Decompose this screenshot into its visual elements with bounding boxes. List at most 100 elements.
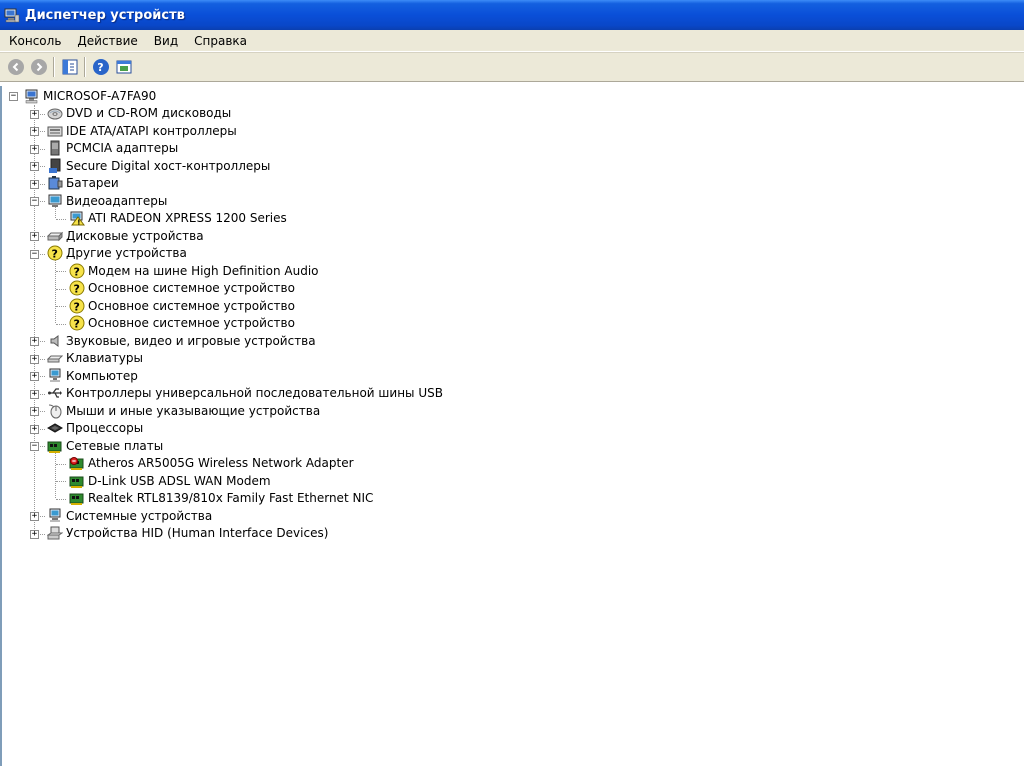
usb-icon: [47, 385, 63, 401]
tree-root[interactable]: MICROSOF-A7FA90: [24, 87, 156, 104]
expand-toggle-icon[interactable]: +: [30, 407, 39, 416]
tree-category[interactable]: Устройства HID (Human Interface Devices): [46, 525, 328, 542]
menu-item-0[interactable]: Консоль: [0, 34, 68, 48]
tree-guide-line: [55, 258, 56, 323]
menu-item-2[interactable]: Вид: [145, 34, 185, 48]
tree-device[interactable]: ? Модем на шине High Definition Audio: [69, 262, 319, 279]
collapse-toggle-icon[interactable]: −: [30, 197, 39, 206]
tree-item-label: D-Link USB ADSL WAN Modem: [88, 473, 271, 488]
window-title: Диспетчер устройств: [25, 7, 185, 23]
device-manager-icon: [4, 8, 20, 23]
tree-item-label: Дисковые устройства: [66, 228, 204, 243]
tree-item-label: Видеоадаптеры: [66, 193, 168, 208]
collapse-toggle-icon[interactable]: −: [9, 92, 18, 101]
expand-toggle-icon[interactable]: +: [30, 354, 39, 364]
tree-device[interactable]: D-Link USB ADSL WAN Modem: [69, 472, 271, 489]
tree-category[interactable]: Контроллеры универсальной последовательн…: [47, 385, 443, 402]
tree-category[interactable]: Компьютер: [47, 367, 138, 384]
expand-toggle-icon[interactable]: +: [30, 179, 39, 189]
expand-toggle-icon[interactable]: +: [30, 424, 39, 434]
tree-item-label: Звуковые, видео и игровые устройства: [66, 333, 316, 348]
tree-device[interactable]: ? Основное системное устройство: [69, 315, 295, 332]
menu-item-1[interactable]: Действие: [68, 34, 144, 48]
properties-icon: [116, 60, 131, 74]
svg-text:?: ?: [74, 265, 80, 278]
tree-category[interactable]: Мыши и иные указывающие устройства: [47, 402, 320, 419]
battery-icon: [47, 175, 63, 191]
tree-item-label: Контроллеры универсальной последовательн…: [66, 386, 443, 400]
expand-toggle-icon[interactable]: +: [30, 337, 39, 346]
svg-text:?: ?: [74, 283, 80, 296]
show-hide-tree-button[interactable]: [58, 56, 81, 78]
menu-item-3[interactable]: Справка: [185, 34, 254, 48]
tree-device[interactable]: ! ATI RADEON XPRESS 1200 Series: [69, 210, 287, 227]
tree-item-label: IDE ATA/ATAPI контроллеры: [66, 123, 237, 138]
tree-guide-line: [56, 218, 66, 220]
tree-item-label: Процессоры: [66, 421, 144, 435]
tree-category[interactable]: Системные устройства: [47, 507, 212, 524]
tree-device[interactable]: ? Основное системное устройство: [69, 280, 295, 297]
disk-drive-icon: [46, 228, 64, 244]
tree-item-label: ATI RADEON XPRESS 1200 Series: [88, 211, 287, 225]
hid-icon: [46, 525, 64, 541]
tree-category[interactable]: Процессоры: [46, 420, 144, 437]
tree-device[interactable]: ? Основное системное устройство: [69, 297, 295, 314]
tree-category[interactable]: Видеоадаптеры: [47, 192, 167, 209]
tree-category[interactable]: Клавиатуры: [46, 350, 143, 367]
tree-item-label: Компьютер: [66, 368, 138, 383]
expand-toggle-icon[interactable]: +: [30, 109, 39, 119]
unknown-device-icon: ?: [69, 263, 85, 279]
expand-toggle-icon[interactable]: +: [30, 389, 39, 399]
tree-guide-line: [56, 323, 66, 325]
expand-toggle-icon[interactable]: +: [30, 232, 39, 241]
help-button[interactable]: ?: [89, 56, 112, 78]
unknown-device-icon: ?: [69, 298, 85, 314]
collapse-toggle-icon[interactable]: −: [30, 442, 39, 451]
expand-toggle-icon[interactable]: +: [30, 372, 39, 381]
collapse-toggle-icon[interactable]: −: [30, 249, 39, 259]
help-icon: ?: [92, 59, 109, 75]
sd-host-icon: [47, 158, 63, 174]
title-bar[interactable]: Диспетчер устройств: [0, 0, 1024, 30]
tree-category[interactable]: DVD и CD-ROM дисководы: [47, 105, 231, 122]
tree-device[interactable]: Atheros AR5005G Wireless Network Adapter: [69, 455, 354, 472]
expand-toggle-icon[interactable]: +: [30, 162, 39, 171]
tree-item-label: Secure Digital хост-контроллеры: [66, 158, 271, 173]
expand-toggle-icon[interactable]: +: [30, 512, 39, 521]
toolbar: ?: [0, 52, 1024, 82]
tree-guide-line: [56, 288, 66, 290]
tree-guide-line: [56, 498, 66, 500]
tree-item-label: Основное системное устройство: [88, 281, 295, 295]
properties-button[interactable]: [112, 56, 135, 78]
svg-text:?: ?: [74, 300, 80, 313]
unknown-device-icon: ?: [69, 315, 85, 331]
tree-device[interactable]: Realtek RTL8139/810x Family Fast Etherne…: [69, 490, 373, 507]
back-icon: [7, 59, 24, 75]
tree-item-label: Основное системное устройство: [88, 298, 295, 313]
speaker-icon: [47, 333, 63, 349]
tree-category[interactable]: Secure Digital хост-контроллеры: [47, 157, 270, 174]
expand-toggle-icon[interactable]: +: [30, 529, 39, 539]
expand-toggle-icon[interactable]: +: [30, 144, 39, 154]
tree-item-label: Модем на шине High Definition Audio: [88, 263, 319, 278]
forward-button[interactable]: [27, 56, 50, 78]
svg-text:?: ?: [52, 248, 58, 261]
back-button[interactable]: [4, 56, 27, 78]
tree-guide-line: [56, 463, 66, 465]
tree-category[interactable]: ? Другие устройства: [47, 245, 187, 262]
tree-item-label: DVD и CD-ROM дисководы: [66, 106, 232, 120]
tree-category[interactable]: Звуковые, видео и игровые устройства: [47, 332, 316, 349]
unknown-device-icon: ?: [47, 245, 63, 261]
device-tree[interactable]: − MICROSOF-A7FA90 + DVD и CD-ROM дисководы +…: [0, 86, 1024, 766]
computer-icon: [24, 88, 40, 104]
tree-category[interactable]: Дисковые устройства: [46, 227, 204, 244]
tree-category[interactable]: PCMCIA адаптеры: [47, 140, 178, 157]
tree-category[interactable]: Батареи: [47, 175, 119, 192]
expand-toggle-icon[interactable]: +: [30, 127, 39, 136]
tree-category[interactable]: Сетевые платы: [47, 437, 163, 454]
network-card-icon: [47, 438, 63, 454]
toolbar-separator: [84, 57, 86, 77]
processor-icon: [46, 420, 64, 436]
tree-category[interactable]: IDE ATA/ATAPI контроллеры: [47, 122, 237, 139]
unknown-device-icon: ?: [69, 280, 85, 296]
